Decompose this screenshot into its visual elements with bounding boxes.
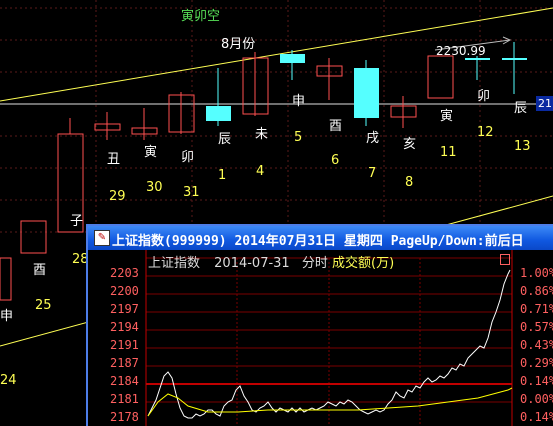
right-edge-value: 21 (538, 97, 552, 110)
y-tick-right: 0.57% (520, 320, 553, 334)
y-tick-left: 2184 (110, 374, 139, 388)
y-tick-left: 2181 (110, 392, 139, 406)
app-icon: ✎ (94, 230, 110, 246)
zodiac-label: 申 (0, 309, 14, 324)
y-tick-right: 0.71% (520, 302, 553, 316)
date-label: 4 (256, 164, 265, 179)
date-label: 25 (35, 298, 52, 313)
chart-mode: 分时 (301, 256, 328, 271)
zodiac-label: 辰 (514, 101, 528, 116)
y-tick-right: 1.00% (520, 266, 553, 280)
zodiac-label: 酉 (329, 119, 343, 134)
y-tick-left: 2187 (110, 356, 139, 370)
y-tick-right: 0.14% (520, 374, 553, 388)
volume-label: 成交额(万) (332, 256, 395, 271)
toggle-box[interactable] (500, 254, 510, 265)
date-label: 24 (0, 373, 17, 388)
zodiac-label: 酉 (33, 263, 47, 278)
chart-date: 2014-07-31 (214, 256, 290, 271)
date-label: 13 (514, 139, 531, 154)
date-label: 12 (477, 125, 494, 140)
zodiac-label: 亥 (403, 137, 417, 152)
price-label: 2230.99 (436, 44, 486, 58)
zodiac-label: 未 (255, 127, 269, 142)
date-label: 6 (331, 153, 340, 168)
date-label: 1 (218, 168, 227, 183)
zodiac-label: 卯 (181, 150, 195, 165)
zodiac-label: 子 (70, 214, 84, 229)
zodiac-label: 申 (292, 94, 306, 109)
date-label: 7 (368, 166, 377, 181)
top-label: 寅卯空 (181, 9, 221, 24)
y-tick-left: 2200 (110, 284, 139, 298)
chart-header: 上证指数 2014-07-31 分时 成交额(万) (148, 252, 394, 271)
y-tick-right: 0.14% (520, 410, 553, 424)
y-tick-right: 0.00% (520, 392, 553, 406)
y-tick-left: 2194 (110, 320, 139, 334)
zodiac-label: 寅 (144, 145, 158, 160)
y-tick-right: 0.86% (520, 284, 553, 298)
zodiac-label: 卯 (477, 89, 491, 104)
date-label: 11 (440, 145, 457, 160)
date-label: 31 (183, 185, 200, 200)
y-tick-left: 2197 (110, 302, 139, 316)
zodiac-label: 丑 (107, 152, 121, 167)
date-label: 5 (294, 130, 303, 145)
y-tick-right: 0.29% (520, 356, 553, 370)
y-tick-left: 2203 (110, 266, 139, 280)
y-tick-left: 2191 (110, 338, 139, 352)
y-tick-right: 0.43% (520, 338, 553, 352)
intraday-chart[interactable]: 上证指数 2014-07-31 分时 成交额(万) 2203 2200 2197… (88, 250, 553, 426)
date-label: 30 (146, 180, 163, 195)
date-label: 8 (405, 175, 414, 190)
zodiac-label: 戌 (366, 131, 380, 146)
window-title: 上证指数(999999) 2014年07月31日 星期四 PageUp/Down… (112, 234, 524, 249)
zodiac-label: 辰 (218, 132, 232, 147)
window-titlebar[interactable]: ✎ 上证指数(999999) 2014年07月31日 星期四 PageUp/Do… (88, 226, 553, 250)
y-tick-left: 2178 (110, 410, 139, 424)
month-label: 8月份 (221, 37, 256, 52)
date-label: 29 (109, 189, 126, 204)
intraday-window[interactable]: ✎ 上证指数(999999) 2014年07月31日 星期四 PageUp/Do… (86, 224, 553, 426)
zodiac-label: 寅 (440, 109, 454, 124)
index-name: 上证指数 (148, 256, 201, 271)
